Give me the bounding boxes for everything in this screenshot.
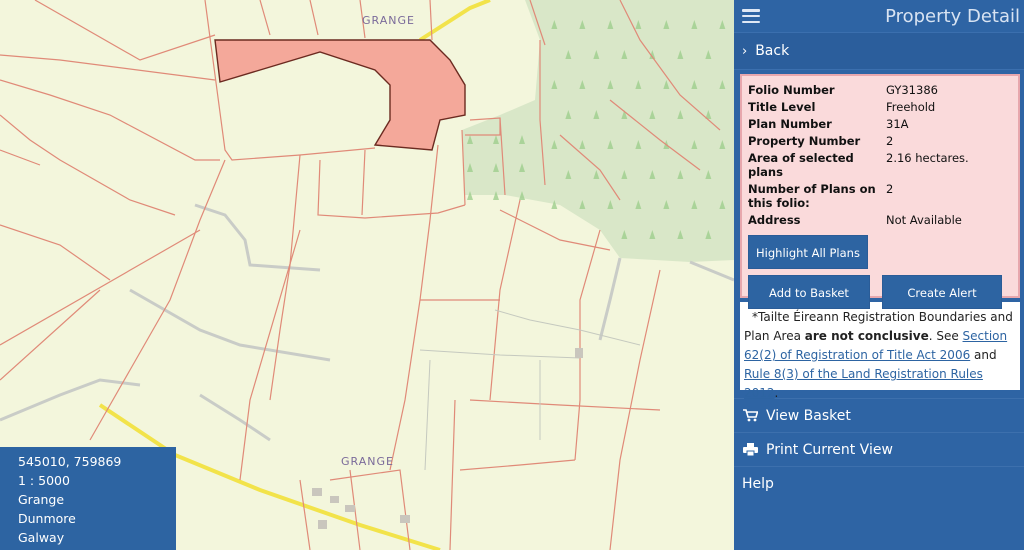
detail-value: 31A <box>886 117 909 131</box>
detail-row: Address Not Available <box>748 212 1012 229</box>
panel-header: Property Detail <box>734 0 1024 32</box>
property-detail-panel: Property Detail › Back Folio Number GY313… <box>734 0 1024 550</box>
help-label: Help <box>742 475 774 492</box>
map-info-box: 545010, 759869 1 : 5000 Grange Dunmore G… <box>0 447 176 550</box>
detail-value: Freehold <box>886 100 936 114</box>
detail-row: Plan Number 31A <box>748 116 1012 133</box>
detail-row: Title Level Freehold <box>748 99 1012 116</box>
detail-key: Title Level <box>748 100 816 114</box>
detail-key: Address <box>748 213 801 227</box>
townland-readout: Grange <box>18 492 65 507</box>
panel-title: Property Detail <box>885 5 1020 27</box>
detail-row: Property Number 2 <box>748 133 1012 150</box>
townland-label: GRANGE <box>362 14 415 27</box>
view-basket-button[interactable]: View Basket <box>734 398 1024 432</box>
detail-key: Number of Plans on this folio: <box>748 182 876 210</box>
detail-key: Plan Number <box>748 117 832 131</box>
view-basket-label: View Basket <box>766 407 851 424</box>
disclaimer-notice: *Tailte Éireann Registration Boundaries … <box>740 302 1020 400</box>
print-label: Print Current View <box>766 441 893 458</box>
detail-value: GY31386 <box>886 83 938 97</box>
detail-value: 2 <box>886 182 894 196</box>
notice-text: and <box>970 348 997 362</box>
map-view[interactable]: GRANGE GRANGE 545010, 759869 1 : 5000 Gr… <box>0 0 734 550</box>
detail-row: Folio Number GY31386 <box>748 82 1012 99</box>
townland-label: GRANGE <box>341 455 394 468</box>
notice-bold: are not conclusive <box>804 329 929 343</box>
detail-key: Folio Number <box>748 83 835 97</box>
county-readout: Galway <box>18 530 65 545</box>
help-button[interactable]: Help <box>734 466 1024 500</box>
detail-key: Area of selected plans <box>748 151 854 179</box>
chevron-right-icon: › <box>742 43 748 59</box>
back-button[interactable]: › Back <box>734 32 1024 70</box>
notice-text: . <box>774 386 779 400</box>
notice-text: . See <box>928 329 963 343</box>
coordinates-readout: 545010, 759869 <box>18 454 122 469</box>
property-detail-card: Folio Number GY31386 Title Level Freehold Pl… <box>740 74 1020 309</box>
cart-icon <box>742 409 758 422</box>
detail-row: Area of selected plans 2.16 hectares. <box>748 150 1012 181</box>
highlight-all-plans-button[interactable]: Highlight All Plans <box>748 235 868 269</box>
print-current-view-button[interactable]: Print Current View <box>734 432 1024 466</box>
detail-row: Number of Plans on this folio: 2 <box>748 181 1012 212</box>
detail-key: Property Number <box>748 134 861 148</box>
create-alert-button[interactable]: Create Alert <box>882 275 1002 309</box>
area-readout: Dunmore <box>18 511 76 526</box>
detail-value: Not Available <box>886 213 962 227</box>
printer-icon <box>742 443 758 456</box>
hamburger-menu-icon[interactable] <box>742 9 760 23</box>
add-to-basket-button[interactable]: Add to Basket <box>748 275 870 309</box>
scale-readout: 1 : 5000 <box>18 473 70 488</box>
detail-value: 2.16 hectares. <box>886 151 969 165</box>
detail-value: 2 <box>886 134 894 148</box>
detail-table: Folio Number GY31386 Title Level Freehold Pl… <box>748 82 1012 229</box>
back-label: Back <box>755 43 790 59</box>
